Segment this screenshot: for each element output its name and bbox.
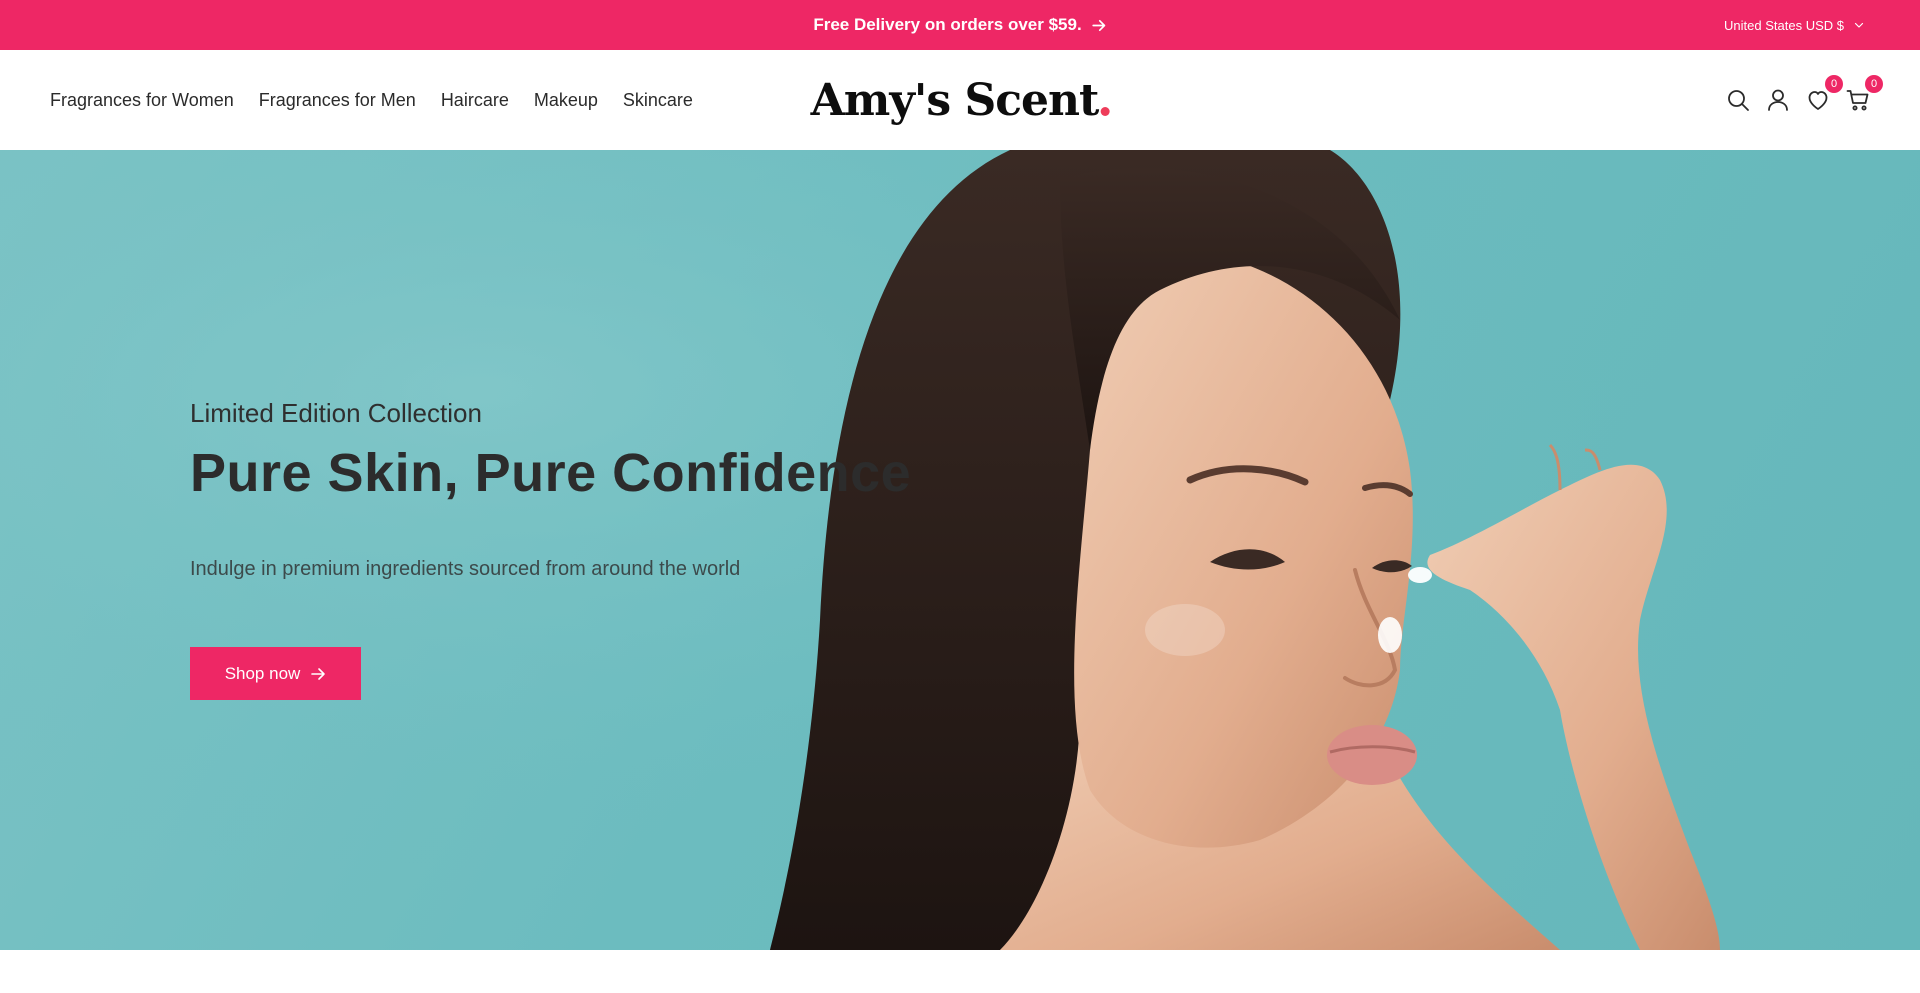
account-button[interactable]: [1766, 88, 1790, 112]
logo-dot: [1100, 106, 1110, 116]
hero-title: Pure Skin, Pure Confidence: [190, 443, 912, 503]
hero-subtitle: Limited Edition Collection: [190, 398, 482, 428]
arrow-right-icon: [1092, 19, 1106, 31]
cart-count-badge: 0: [1865, 75, 1883, 93]
cart-icon: [1846, 90, 1869, 111]
nav-item-makeup[interactable]: Makeup: [534, 90, 598, 111]
locale-label: United States USD $: [1724, 17, 1844, 33]
announcement-bar: Free Delivery on orders over $59. United…: [0, 0, 1920, 50]
shop-now-label: Shop now: [224, 663, 301, 683]
nav-item-fragrances-women[interactable]: Fragrances for Women: [50, 90, 234, 111]
wishlist-count-badge: 0: [1825, 75, 1843, 93]
site-logo[interactable]: Amy's Scent: [811, 50, 1110, 150]
nav-item-skincare[interactable]: Skincare: [623, 90, 693, 111]
arrow-right-icon: [311, 667, 326, 680]
site-header: Fragrances for Women Fragrances for Men …: [0, 50, 1920, 150]
nav-item-haircare[interactable]: Haircare: [441, 90, 509, 111]
wishlist-button[interactable]: 0: [1806, 75, 1843, 112]
hero-content: Limited Edition Collection Pure Skin, Pu…: [190, 150, 912, 950]
header-icons: 0 0: [1726, 50, 1883, 150]
search-button[interactable]: [1726, 88, 1750, 112]
hero-banner: Limited Edition Collection Pure Skin, Pu…: [0, 150, 1920, 950]
heart-icon: [1808, 91, 1828, 110]
hero-description: Indulge in premium ingredients sourced f…: [190, 558, 741, 580]
announcement-text: Free Delivery on orders over $59.: [813, 15, 1082, 34]
main-nav: Fragrances for Women Fragrances for Men …: [50, 50, 693, 150]
locale-selector[interactable]: United States USD $: [1724, 0, 1864, 50]
shop-now-button[interactable]: Shop now: [190, 647, 361, 700]
chevron-down-icon: [1854, 22, 1864, 28]
logo-text: Amy's Scent: [810, 74, 1100, 126]
search-icon: [1728, 90, 1749, 111]
user-icon: [1768, 89, 1788, 111]
announcement-link[interactable]: Free Delivery on orders over $59.: [813, 0, 1106, 50]
nav-item-fragrances-men[interactable]: Fragrances for Men: [259, 90, 416, 111]
cart-button[interactable]: 0: [1846, 75, 1883, 112]
